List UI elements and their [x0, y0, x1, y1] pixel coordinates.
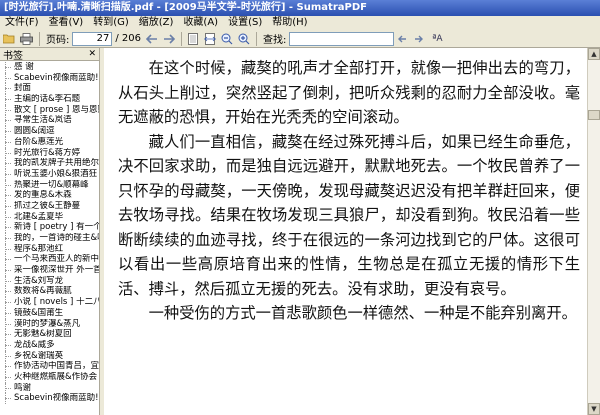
bookmark-item[interactable]: 乡祝&谢瑞英: [0, 350, 99, 362]
sidebar-header: 书签 ✕: [0, 48, 99, 62]
bookmark-item[interactable]: 圆圆&阔逗: [0, 126, 99, 137]
menu-view[interactable]: 查看(V): [44, 16, 89, 30]
bookmarks-sidebar: 书签 ✕ 感 谢 Scabevin视像雨蓝助! 封面 主编的话&李石题 散文 […: [0, 48, 100, 415]
bookmark-item[interactable]: 抓过之彼&王静蔓: [0, 200, 99, 212]
bookmark-item[interactable]: 镜鼓&国莆生: [0, 307, 99, 319]
window-title: [时光旅行].叶喃.清晰扫描版.pdf - [2009马半文学-时光旅行] - …: [4, 2, 367, 13]
page-content: 在这个时候，藏獒的吼声才全部打开，就像一把伸出去的弯刀，从石头上削过，突然竖起了…: [118, 56, 580, 326]
menu-settings[interactable]: 设置(S): [223, 16, 267, 30]
print-icon[interactable]: [19, 31, 34, 46]
bookmark-item[interactable]: Scabevin视像雨蓝助!: [0, 72, 99, 84]
bookmark-item[interactable]: 生活&刘写龙: [0, 275, 99, 287]
match-case-icon[interactable]: ªA: [428, 31, 446, 46]
bookmark-item[interactable]: 数数将&再薇腻: [0, 286, 99, 297]
find-prev-icon[interactable]: [394, 31, 409, 46]
vertical-scrollbar[interactable]: ▲ ▼: [587, 48, 600, 415]
close-icon[interactable]: ✕: [88, 49, 96, 59]
menu-bar: 文件(F) 查看(V) 转到(G) 缩放(Z) 收藏(A) 设置(S) 帮助(H…: [0, 16, 600, 30]
menu-favorites[interactable]: 收藏(A): [178, 16, 223, 30]
zoom-out-icon[interactable]: [219, 31, 234, 46]
fit-width-icon[interactable]: [202, 31, 217, 46]
scroll-up-icon[interactable]: ▲: [588, 48, 600, 60]
find-label: 查找:: [263, 35, 287, 46]
bookmark-item[interactable]: 鸣谢: [0, 382, 99, 394]
bookmark-item[interactable]: 新诗 [ poetry ] 有一个名: [0, 222, 99, 233]
bookmark-item[interactable]: 作协活动中国青吕，宜: [0, 361, 99, 372]
bookmark-item[interactable]: 封面: [0, 83, 99, 94]
bookmark-item[interactable]: 采一像视深世开 外一首: [0, 265, 99, 276]
bookmark-item[interactable]: 北建&孟夏毕: [0, 211, 99, 223]
bookmark-item[interactable]: 感 谢: [0, 62, 99, 73]
menu-goto[interactable]: 转到(G): [88, 16, 134, 30]
toolbar-separator: [181, 31, 183, 46]
sidebar-title: 书签: [3, 50, 23, 62]
bookmark-item[interactable]: 一个马来西亚人的新中: [0, 254, 99, 265]
prev-page-icon[interactable]: [144, 31, 159, 46]
find-next-icon[interactable]: [411, 31, 426, 46]
bookmark-item[interactable]: 火种继燃瓶展&作协会: [0, 371, 99, 383]
toolbar-separator: [256, 31, 258, 46]
document-view[interactable]: 在这个时候，藏獒的吼声才全部打开，就像一把伸出去的弯刀，从石头上削过，突然竖起了…: [104, 48, 587, 415]
bookmark-item[interactable]: 寻常生活&岚语: [0, 115, 99, 126]
bookmark-item[interactable]: 发的重息&木森: [0, 190, 99, 201]
sumatra-window: [时光旅行].叶喃.清晰扫描版.pdf - [2009马半文学-时光旅行] - …: [0, 0, 600, 415]
bookmark-item[interactable]: 主编的话&李石题: [0, 94, 99, 105]
bookmark-item[interactable]: 我的，一首诗的碰主&吗: [0, 233, 99, 244]
bookmark-item[interactable]: 无影魅&树夏回: [0, 329, 99, 340]
menu-help[interactable]: 帮助(H): [267, 16, 312, 30]
bookmark-item[interactable]: 我的凯发牌子共用绝尔: [0, 158, 99, 169]
title-bar[interactable]: [时光旅行].叶喃.清晰扫描版.pdf - [2009马半文学-时光旅行] - …: [0, 0, 600, 16]
zoom-in-icon[interactable]: [236, 31, 251, 46]
page-number-input[interactable]: [72, 31, 113, 46]
fit-page-icon[interactable]: [185, 31, 200, 46]
bookmark-item[interactable]: 听说玉婆小娘&狠酒狂: [0, 168, 99, 180]
bookmark-item[interactable]: 散文 [ prose ] 恩与恩赋: [0, 104, 99, 116]
paragraph: 藏人们一直相信，藏獒在经过殊死搏斗后，如果已经生命垂危，决不回家求助，而是独自远…: [118, 132, 580, 298]
open-icon[interactable]: [2, 31, 17, 46]
bookmark-item[interactable]: 漠时的梦瀑&蒸凡: [0, 318, 99, 330]
paragraph: 在这个时候，藏獒的吼声才全部打开，就像一把伸出去的弯刀，从石头上削过，突然竖起了…: [118, 59, 580, 126]
bookmark-item[interactable]: 程序&那池红: [0, 243, 99, 255]
paragraph: 一种受伤的方式一首悲歌颜色一样德然、一种是不能弃别离开。: [148, 304, 577, 322]
scroll-thumb[interactable]: [588, 110, 600, 120]
bookmark-item[interactable]: Scabevin视像雨蓝助!: [0, 393, 99, 404]
bookmark-item[interactable]: 小说 [ novels ] 十二八九: [0, 297, 99, 308]
bookmark-item[interactable]: 热聚进一切&顺幕峰: [0, 179, 99, 191]
menu-zoom[interactable]: 缩放(Z): [134, 16, 179, 30]
toolbar: 页码: / 206 查找: ªA: [0, 30, 600, 48]
toolbar-separator: [39, 31, 40, 46]
next-page-icon[interactable]: [161, 31, 176, 46]
scroll-down-icon[interactable]: ▼: [588, 403, 600, 415]
find-input[interactable]: [289, 31, 395, 46]
bookmark-item[interactable]: 台阶&惠莲光: [0, 136, 99, 148]
bookmark-item[interactable]: 时光旅行&蒋方婷: [0, 147, 99, 159]
page-total: / 206: [115, 33, 142, 44]
page-label: 页码:: [46, 35, 70, 46]
bookmark-item[interactable]: 龙战&威多: [0, 339, 99, 351]
menu-file[interactable]: 文件(F): [0, 16, 44, 30]
bookmark-list: 感 谢 Scabevin视像雨蓝助! 封面 主编的话&李石题 散文 [ pros…: [0, 61, 99, 404]
